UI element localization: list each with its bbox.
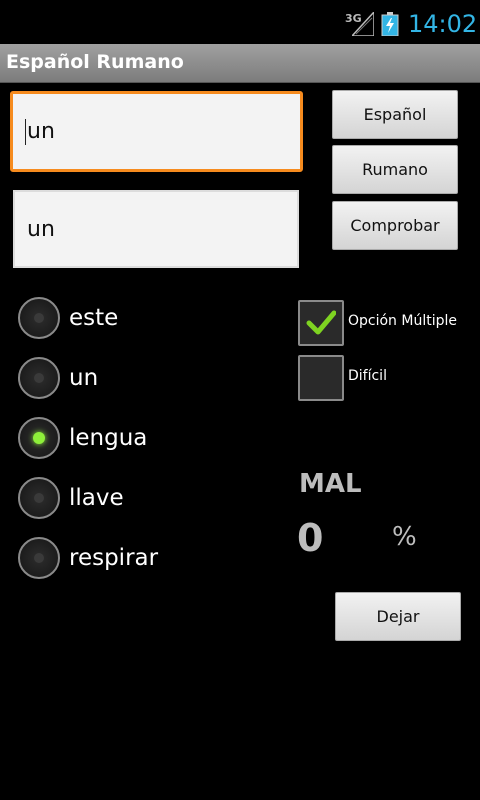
clock: 14:02 xyxy=(408,10,478,38)
radio-label: respirar xyxy=(69,545,159,571)
target-word-value: un xyxy=(27,216,55,242)
app-title: Español Rumano xyxy=(6,51,184,73)
result-label: MAL xyxy=(299,469,362,499)
percent-sign: % xyxy=(392,522,417,552)
source-word-value: un xyxy=(27,119,55,144)
radio-label: llave xyxy=(69,485,124,511)
signal-icon xyxy=(352,12,374,36)
multiple-choice-checkbox[interactable] xyxy=(298,300,344,346)
difficult-checkbox-row[interactable]: Difícil xyxy=(298,355,480,401)
radio-indicator xyxy=(34,493,44,503)
radio-option-este[interactable]: este xyxy=(18,295,278,345)
source-word-input[interactable]: un xyxy=(10,91,303,172)
target-word-input[interactable]: un xyxy=(13,190,299,268)
radio-option-un[interactable]: un xyxy=(18,355,278,405)
dejar-button[interactable]: Dejar xyxy=(335,592,461,641)
text-caret xyxy=(25,118,26,145)
app-screen: 3G 14:02 Español Rumano un un Español Ru… xyxy=(0,0,480,800)
radio-label: este xyxy=(69,305,119,331)
radio-button[interactable] xyxy=(18,357,60,399)
radio-option-llave[interactable]: llave xyxy=(18,475,278,525)
radio-indicator xyxy=(34,313,44,323)
radio-button[interactable] xyxy=(18,417,60,459)
radio-label: un xyxy=(69,365,99,391)
radio-button[interactable] xyxy=(18,537,60,579)
radio-indicator xyxy=(34,373,44,383)
multiple-choice-checkbox-row[interactable]: Opción Múltiple xyxy=(298,300,480,346)
radio-indicator xyxy=(34,553,44,563)
status-bar: 3G 14:02 xyxy=(0,0,480,44)
checkmark-icon xyxy=(306,310,336,335)
multiple-choice-label: Opción Múltiple xyxy=(348,313,457,329)
rumano-button[interactable]: Rumano xyxy=(332,145,458,194)
radio-button[interactable] xyxy=(18,477,60,519)
radio-option-lengua[interactable]: lengua xyxy=(18,415,278,465)
comprobar-button[interactable]: Comprobar xyxy=(332,201,458,250)
app-title-bar: Español Rumano xyxy=(0,44,480,83)
difficult-checkbox[interactable] xyxy=(298,355,344,401)
radio-option-respirar[interactable]: respirar xyxy=(18,535,278,585)
radio-label: lengua xyxy=(69,425,148,451)
difficult-label: Difícil xyxy=(348,368,387,384)
radio-button[interactable] xyxy=(18,297,60,339)
score-value: 0 xyxy=(297,516,324,560)
espanol-button[interactable]: Español xyxy=(332,90,458,139)
radio-indicator-selected xyxy=(33,432,45,444)
battery-charging-icon xyxy=(381,12,399,36)
